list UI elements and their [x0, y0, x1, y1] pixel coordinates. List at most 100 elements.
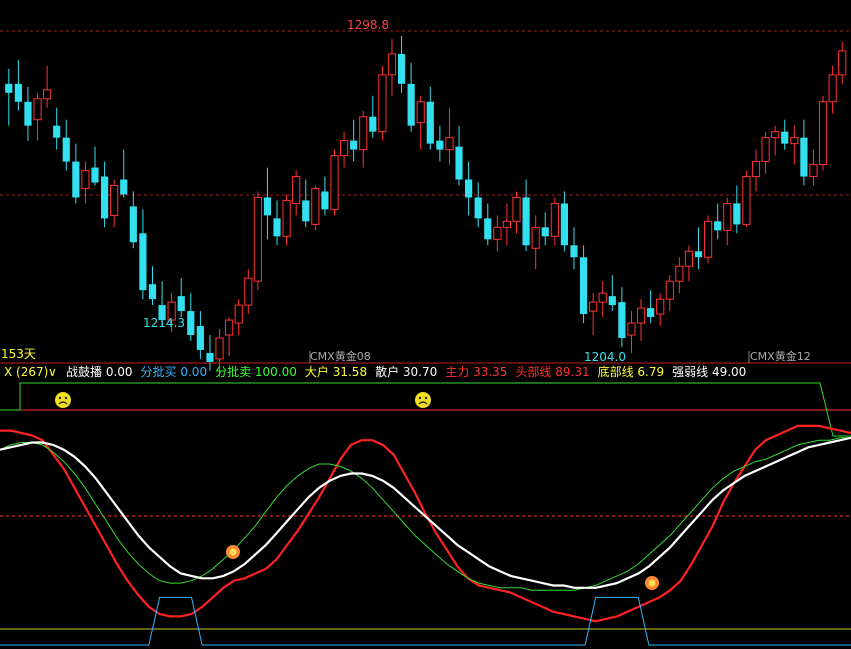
indicator-header: X (267) ∨ 战鼓播 0.00 分批买 0.00 分批卖 100.00 大户 3…	[4, 364, 746, 379]
series-line-0	[0, 424, 851, 623]
candle-body	[53, 125, 61, 138]
candle-body	[790, 137, 799, 145]
candle-body	[359, 116, 368, 151]
candle-body	[72, 161, 80, 198]
candle-body	[5, 83, 13, 93]
candle-body	[570, 245, 578, 258]
indicator-value-6: 头部线 89.31	[515, 364, 589, 379]
indicator-value-1: 分批买 0.00	[141, 364, 208, 379]
low-price-label-right: 1204.0	[584, 350, 626, 364]
candle-body	[43, 89, 52, 100]
candle-body	[751, 161, 761, 178]
candle-body	[253, 196, 262, 282]
candle-body	[407, 83, 415, 126]
candle-body	[215, 337, 224, 360]
candle-body	[647, 308, 655, 318]
candle-body	[627, 322, 636, 336]
candle-body	[369, 116, 377, 132]
high-price-label: 1298.8	[347, 18, 389, 32]
candle-body	[512, 196, 521, 222]
candle-body	[618, 302, 626, 338]
candle-body	[177, 296, 185, 312]
candle-body	[387, 53, 397, 76]
candle-body	[455, 146, 463, 180]
candle-body	[187, 311, 195, 335]
candle-body	[809, 164, 818, 178]
indicator-value-7: 底部线 6.79	[598, 364, 665, 379]
indicator-value-8: 强弱线 49.00	[672, 365, 746, 379]
candle-body	[579, 257, 588, 315]
indicator-value-3: 大户 31.58	[305, 364, 367, 379]
candle-body	[589, 301, 598, 312]
indicator-value-0: 战鼓播 0.00	[66, 365, 133, 379]
candle-body	[733, 203, 741, 225]
indicator-lines	[0, 424, 851, 646]
candle-body	[120, 179, 128, 195]
candle-body	[484, 218, 492, 240]
candle-body	[781, 131, 789, 144]
candle-body	[436, 140, 444, 150]
candle-body	[311, 187, 320, 225]
candle-body	[110, 184, 119, 216]
indicator-value-2: 分批卖 100.00	[215, 364, 297, 379]
candle-body	[665, 280, 674, 300]
contract-label-right: CMX黄金12	[750, 349, 811, 363]
candle-body	[206, 352, 214, 362]
candle-body	[397, 53, 406, 84]
day-count-label: 153天	[1, 347, 36, 361]
sad-face-icon	[415, 392, 431, 408]
candle-body	[273, 218, 281, 237]
candle-body	[91, 167, 99, 183]
series-line-3	[0, 596, 851, 646]
candle-body	[598, 292, 607, 303]
indicator-values: 战鼓播 0.00 分批买 0.00 分批卖 100.00 大户 31.58 散户 30.…	[66, 364, 746, 379]
candle-body	[838, 50, 847, 76]
contract-label-left: CMX黄金08	[310, 349, 371, 363]
candlestick-series	[5, 35, 847, 377]
candle-body	[24, 101, 32, 126]
candle-body	[714, 221, 722, 231]
candle-body	[818, 101, 828, 166]
candle-body	[445, 137, 454, 151]
candle-body	[771, 131, 780, 139]
candle-body	[550, 202, 559, 237]
candle-body	[148, 284, 157, 300]
candle-body	[531, 226, 540, 249]
candle-body	[81, 170, 90, 189]
candle-body	[62, 137, 70, 162]
indicator-name[interactable]: X (267)	[4, 365, 48, 379]
candle-body	[493, 226, 502, 240]
sad-face-icon	[55, 392, 71, 408]
low-price-label-left: 1214.3	[143, 316, 185, 330]
candle-body	[675, 265, 684, 282]
flame-icon	[645, 576, 659, 590]
candle-body	[339, 140, 349, 157]
candle-body	[502, 220, 512, 228]
indicator-value-4: 散户 30.70	[375, 364, 437, 379]
indicator-panel	[0, 382, 851, 646]
candle-body	[704, 220, 713, 258]
candle-body	[723, 202, 732, 231]
candle-body	[100, 176, 109, 219]
candle-body	[800, 137, 808, 177]
candle-body	[196, 326, 204, 350]
candle-body	[694, 251, 703, 258]
candle-body	[541, 227, 549, 237]
indicator-value-5: 主力 33.35	[445, 365, 507, 379]
candle-panel: 1298.8 1214.3 1204.0	[0, 18, 851, 377]
candle-body	[465, 179, 473, 198]
candle-body	[33, 98, 42, 121]
candle-body	[656, 298, 665, 315]
indicator-dropdown-icon[interactable]: ∨	[48, 365, 57, 379]
candle-body	[350, 140, 358, 150]
candle-body	[292, 176, 301, 204]
candle-body	[129, 206, 137, 243]
candle-body	[321, 191, 329, 210]
candle-body	[378, 74, 387, 133]
candle-body	[636, 307, 646, 324]
candle-body	[608, 296, 616, 306]
candle-body	[302, 200, 310, 222]
candle-body	[761, 137, 770, 163]
flame-icon	[226, 545, 240, 559]
candle-body	[742, 176, 751, 225]
